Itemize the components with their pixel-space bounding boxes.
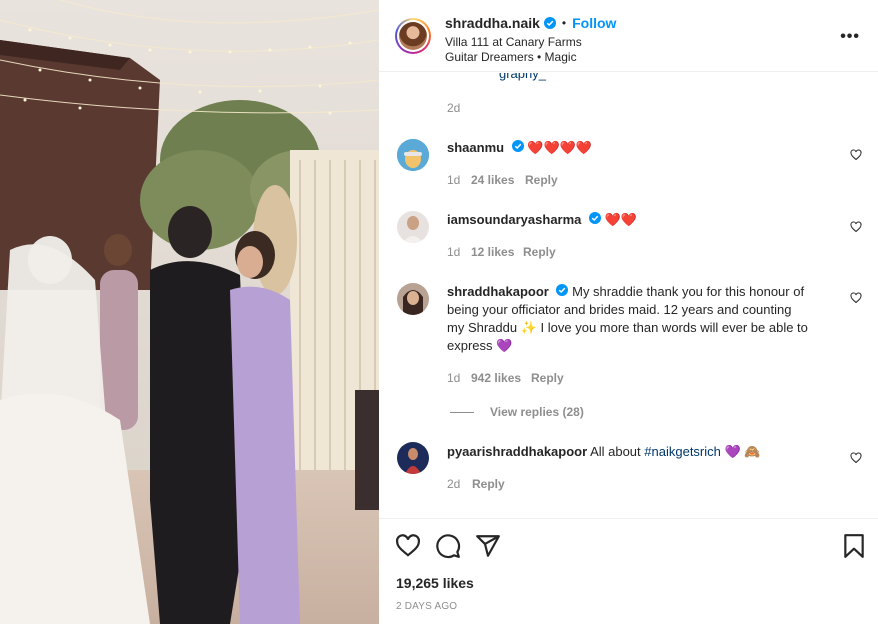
comment-body: shraddhakapoor My shraddie thank you for…: [447, 283, 827, 355]
post-timestamp[interactable]: 2 DAYS AGO: [396, 601, 457, 612]
purple-heart-emoji-icon: 💜: [496, 338, 513, 353]
see-no-evil-monkey-emoji-icon: 🙈: [744, 444, 761, 459]
verified-badge-icon: [556, 284, 569, 296]
purple-heart-emoji-icon: 💜: [724, 444, 741, 459]
author-username[interactable]: shraddha.naik: [445, 15, 540, 31]
comment-text-line: being your officiator and brides maid. 1…: [447, 302, 792, 317]
partial-caption-link[interactable]: graphy_: [499, 73, 609, 82]
comment-time[interactable]: 1d: [447, 245, 460, 259]
comment-likes[interactable]: 12 likes: [471, 245, 514, 259]
comment-avatar[interactable]: [397, 283, 429, 315]
share-icon[interactable]: [475, 533, 501, 559]
hashtag-link[interactable]: #naikgetsrich: [644, 444, 721, 459]
comment-text-line: my Shraddu: [447, 320, 518, 335]
follow-button[interactable]: Follow: [572, 15, 616, 31]
comment-avatar[interactable]: [397, 139, 429, 171]
comments-list: graphy_ 2d shaanmu ❤️❤️❤️❤️ 1d 24 likes …: [379, 73, 878, 517]
sparkles-emoji-icon: ✨: [520, 320, 537, 335]
comment-avatar[interactable]: [397, 211, 429, 243]
comment-time[interactable]: 2d: [447, 477, 460, 491]
reply-button[interactable]: Reply: [531, 371, 564, 385]
reply-button[interactable]: Reply: [472, 477, 505, 491]
reply-button[interactable]: Reply: [523, 245, 556, 259]
comment-username[interactable]: iamsoundaryasharma: [447, 212, 581, 227]
author-avatar[interactable]: [395, 18, 431, 54]
comment-likes[interactable]: 24 likes: [471, 173, 514, 187]
comment-username[interactable]: shaanmu: [447, 140, 504, 155]
comment-text-line: express: [447, 338, 493, 353]
reply-button[interactable]: Reply: [525, 173, 558, 187]
comment-username[interactable]: shraddhakapoor: [447, 284, 549, 299]
heart-icon[interactable]: [850, 292, 862, 304]
comment-likes[interactable]: 942 likes: [471, 371, 521, 385]
comment-time[interactable]: 1d: [447, 173, 460, 187]
comment-text-line: I love you more than words will ever be …: [540, 320, 808, 335]
heart-icon[interactable]: [850, 221, 862, 233]
post-audio[interactable]: Guitar Dreamers • Magic: [445, 50, 577, 64]
comment-body: iamsoundaryasharma ❤️❤️: [447, 211, 827, 229]
comment-text: ❤️❤️❤️❤️: [527, 140, 593, 155]
comment-body: pyaarishraddhakapoor All about #naikgets…: [447, 443, 827, 461]
comment-icon[interactable]: [435, 533, 461, 559]
heart-icon[interactable]: [850, 452, 862, 464]
comment-text: ❤️❤️: [604, 212, 638, 227]
comment-body: shaanmu ❤️❤️❤️❤️: [447, 139, 827, 157]
like-count[interactable]: 19,265 likes: [396, 575, 474, 591]
post-header: shraddha.naik • Follow Villa 111 at Cana…: [379, 0, 878, 72]
post-details-panel: shraddha.naik • Follow Villa 111 at Cana…: [379, 0, 878, 624]
comment-username[interactable]: pyaarishraddhakapoor: [447, 444, 587, 459]
post-media[interactable]: [0, 0, 379, 624]
caption-time[interactable]: 2d: [447, 101, 460, 115]
post-actions: 19,265 likes 2 DAYS AGO: [379, 518, 878, 624]
bookmark-icon[interactable]: [841, 533, 867, 559]
wedding-video-frame: [0, 0, 379, 624]
verified-badge-icon: [589, 212, 602, 224]
heart-icon[interactable]: [395, 533, 421, 559]
separator-dot: •: [561, 16, 567, 30]
post-location[interactable]: Villa 111 at Canary Farms: [445, 35, 582, 49]
verified-badge-icon: [511, 140, 524, 152]
comment-time[interactable]: 1d: [447, 371, 460, 385]
verified-badge-icon: [543, 17, 556, 29]
heart-icon[interactable]: [850, 149, 862, 161]
more-options-icon[interactable]: •••: [840, 28, 860, 46]
comment-text-line: My shraddie thank you for this honour of: [572, 284, 805, 299]
comment-text: All about: [590, 444, 641, 459]
replies-divider: [450, 412, 474, 414]
view-replies-button[interactable]: View replies (28): [450, 405, 584, 419]
comment-avatar[interactable]: [397, 442, 429, 474]
